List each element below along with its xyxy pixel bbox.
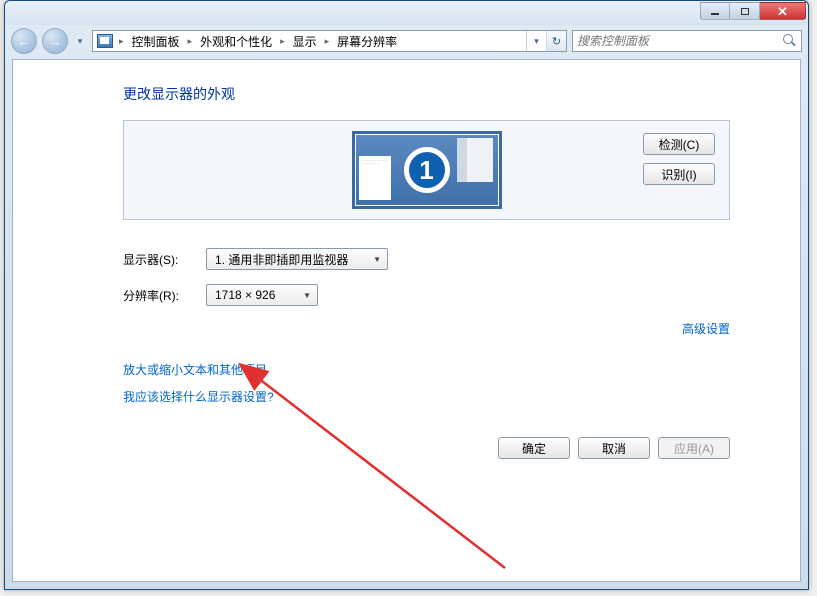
breadcrumb-sep-icon: ▸ <box>117 36 126 47</box>
arrow-right-icon: → <box>48 33 62 49</box>
nav-forward-button[interactable]: → <box>42 28 68 54</box>
control-panel-icon <box>97 34 113 48</box>
monitor-preview-box: — — — — — — — — — — — — 1 检测(C) 识别(I) <box>123 120 730 220</box>
which-settings-link[interactable]: 我应该选择什么显示器设置? <box>123 390 274 404</box>
breadcrumb-sep-icon: ▸ <box>323 36 332 47</box>
nav-back-button[interactable]: ← <box>11 28 37 54</box>
title-bar: ✕ <box>5 1 808 25</box>
display-label: 显示器(S): <box>123 251 188 268</box>
chevron-down-icon: ▾ <box>534 36 539 47</box>
ok-button[interactable]: 确定 <box>498 437 570 459</box>
resolution-label: 分辨率(R): <box>123 287 188 304</box>
address-bar[interactable]: ▸ 控制面板 ▸ 外观和个性化 ▸ 显示 ▸ 屏幕分辨率 ▾ ↻ <box>92 30 567 52</box>
resolution-combobox[interactable]: 1718 × 926 ▼ <box>206 284 318 306</box>
thumb-panel-icon <box>457 138 493 182</box>
minimize-button[interactable] <box>700 2 730 20</box>
chevron-down-icon: ▼ <box>303 291 311 300</box>
display-value: 1. 通用非即插即用监视器 <box>215 251 348 268</box>
refresh-button[interactable]: ↻ <box>546 31 566 51</box>
dialog-action-row: 确定 取消 应用(A) <box>123 437 730 459</box>
apply-button[interactable]: 应用(A) <box>658 437 730 459</box>
text-size-link[interactable]: 放大或缩小文本和其他项目 <box>123 363 267 377</box>
breadcrumb-sep-icon: ▸ <box>186 36 195 47</box>
maximize-icon <box>741 8 749 15</box>
thumb-document-icon: — — — — — — — — — — — — <box>359 156 391 200</box>
breadcrumb-sep-icon: ▸ <box>278 36 287 47</box>
breadcrumb-item[interactable]: 外观和个性化 <box>198 33 274 50</box>
address-row: ← → ▾ ▸ 控制面板 ▸ 外观和个性化 ▸ 显示 ▸ 屏幕分辨率 ▾ ↻ <box>5 25 808 57</box>
monitor-thumbnail[interactable]: — — — — — — — — — — — — 1 <box>352 131 502 209</box>
close-icon: ✕ <box>777 5 788 18</box>
close-button[interactable]: ✕ <box>760 2 806 20</box>
identify-button[interactable]: 识别(I) <box>643 163 715 185</box>
breadcrumb-item[interactable]: 控制面板 <box>130 33 182 50</box>
advanced-settings-link[interactable]: 高级设置 <box>682 322 730 336</box>
minimize-icon <box>711 13 719 15</box>
refresh-icon: ↻ <box>552 35 561 48</box>
search-box[interactable] <box>572 30 802 52</box>
resolution-value: 1718 × 926 <box>215 288 275 302</box>
client-area: 更改显示器的外观 — — — — — — — — — — — — 1 检测(C)… <box>12 59 801 582</box>
page-title: 更改显示器的外观 <box>123 84 730 104</box>
maximize-button[interactable] <box>730 2 760 20</box>
resolution-field-row: 分辨率(R): 1718 × 926 ▼ <box>123 284 730 306</box>
content-pane: 更改显示器的外观 — — — — — — — — — — — — 1 检测(C)… <box>13 60 800 483</box>
search-icon <box>783 34 797 48</box>
breadcrumb-item[interactable]: 屏幕分辨率 <box>335 33 399 50</box>
display-field-row: 显示器(S): 1. 通用非即插即用监视器 ▼ <box>123 248 730 270</box>
window-frame: ✕ ← → ▾ ▸ 控制面板 ▸ 外观和个性化 ▸ 显示 ▸ 屏幕分辨率 ▾ ↻ <box>4 0 809 590</box>
search-input[interactable] <box>577 34 783 48</box>
arrow-left-icon: ← <box>17 33 31 49</box>
nav-history-dropdown[interactable]: ▾ <box>73 31 87 51</box>
detect-button[interactable]: 检测(C) <box>643 133 715 155</box>
breadcrumb-item[interactable]: 显示 <box>291 33 319 50</box>
display-combobox[interactable]: 1. 通用非即插即用监视器 ▼ <box>206 248 388 270</box>
cancel-button[interactable]: 取消 <box>578 437 650 459</box>
monitor-number-badge: 1 <box>404 147 450 193</box>
chevron-down-icon: ▼ <box>373 255 381 264</box>
address-dropdown-button[interactable]: ▾ <box>526 31 546 51</box>
